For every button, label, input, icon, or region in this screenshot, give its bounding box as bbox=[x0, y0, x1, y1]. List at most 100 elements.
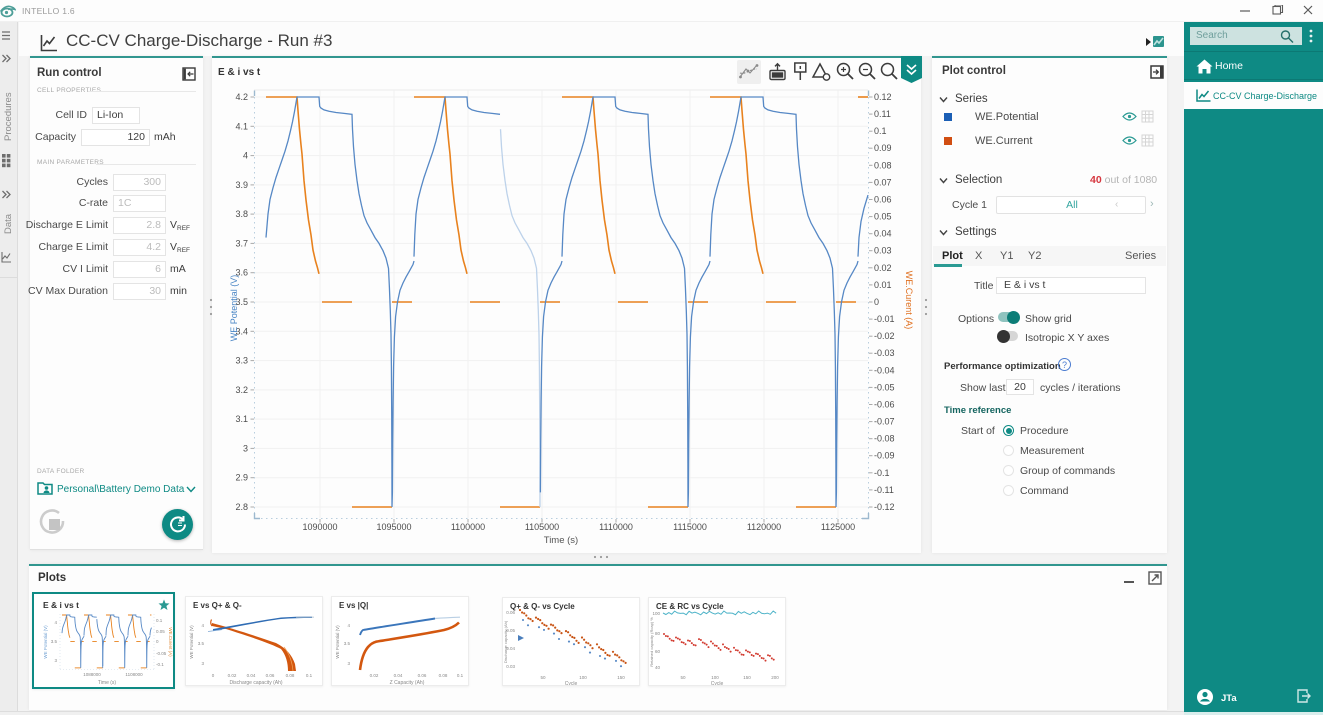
svg-text:-0.06: -0.06 bbox=[874, 400, 895, 410]
svg-text:Time (s): Time (s) bbox=[98, 680, 116, 686]
svg-text:80: 80 bbox=[655, 631, 661, 636]
svg-text:100: 100 bbox=[579, 675, 587, 680]
svg-text:0.03: 0.03 bbox=[874, 246, 892, 256]
svg-text:-0.11: -0.11 bbox=[874, 485, 894, 495]
svg-text:-0.04: -0.04 bbox=[874, 365, 895, 375]
svg-text:0.02: 0.02 bbox=[228, 673, 237, 678]
svg-text:0.06: 0.06 bbox=[266, 673, 275, 678]
svg-text:0: 0 bbox=[156, 639, 159, 644]
svg-text:4.1: 4.1 bbox=[235, 121, 248, 131]
svg-text:0.01: 0.01 bbox=[874, 280, 892, 290]
svg-text:Time (s): Time (s) bbox=[544, 535, 578, 546]
svg-text:0.06: 0.06 bbox=[506, 610, 515, 615]
svg-text:WE Potential (V): WE Potential (V) bbox=[43, 625, 48, 659]
svg-text:0.1: 0.1 bbox=[874, 126, 887, 136]
svg-text:3.1: 3.1 bbox=[235, 414, 248, 424]
svg-text:0.11: 0.11 bbox=[874, 109, 891, 119]
svg-text:3: 3 bbox=[201, 661, 204, 666]
svg-text:100: 100 bbox=[652, 611, 660, 616]
svg-text:-0.1: -0.1 bbox=[156, 662, 164, 667]
svg-text:0.04: 0.04 bbox=[247, 673, 256, 678]
svg-text:WE Potential (V): WE Potential (V) bbox=[189, 625, 194, 659]
svg-text:3.5: 3.5 bbox=[51, 639, 58, 644]
svg-text:Discharge capacity (Ah): Discharge capacity (Ah) bbox=[229, 680, 282, 685]
svg-text:4.2: 4.2 bbox=[235, 92, 248, 102]
svg-text:3.9: 3.9 bbox=[235, 180, 248, 190]
svg-text:150: 150 bbox=[617, 675, 625, 680]
svg-text:-0.03: -0.03 bbox=[874, 348, 895, 358]
svg-text:0.12: 0.12 bbox=[874, 92, 892, 102]
svg-text:40: 40 bbox=[655, 665, 661, 670]
svg-text:0.05: 0.05 bbox=[156, 629, 165, 634]
svg-text:-0.05: -0.05 bbox=[156, 651, 167, 656]
svg-text:-0.09: -0.09 bbox=[874, 451, 895, 461]
svg-text:1115000: 1115000 bbox=[673, 522, 707, 532]
svg-text:1105000: 1105000 bbox=[525, 522, 559, 532]
svg-text:-0.07: -0.07 bbox=[874, 417, 895, 427]
svg-text:JTa: JTa bbox=[1221, 693, 1237, 704]
svg-text:-0.02: -0.02 bbox=[874, 331, 895, 341]
svg-text:4: 4 bbox=[201, 623, 204, 628]
svg-text:50: 50 bbox=[680, 675, 686, 680]
svg-text:WE Potential (V): WE Potential (V) bbox=[335, 625, 340, 659]
svg-text:0.02: 0.02 bbox=[874, 263, 892, 273]
svg-text:3.7: 3.7 bbox=[235, 238, 248, 248]
svg-text:-0.08: -0.08 bbox=[874, 434, 895, 444]
svg-text:3: 3 bbox=[54, 658, 57, 663]
svg-text:200: 200 bbox=[771, 675, 779, 680]
svg-text:0.08: 0.08 bbox=[874, 160, 892, 170]
svg-text:3.2: 3.2 bbox=[235, 385, 248, 395]
svg-text:4: 4 bbox=[243, 151, 248, 161]
svg-text:1090000: 1090000 bbox=[302, 522, 337, 532]
svg-text:3.8: 3.8 bbox=[235, 209, 248, 219]
svg-text:0.06: 0.06 bbox=[874, 195, 892, 205]
svg-text:0.08: 0.08 bbox=[439, 673, 448, 678]
svg-text:0.03: 0.03 bbox=[506, 664, 515, 669]
svg-text:WE.Curent (A): WE.Curent (A) bbox=[904, 271, 914, 330]
svg-text:Discharge capacity (Ah): Discharge capacity (Ah) bbox=[503, 620, 508, 663]
svg-text:0.07: 0.07 bbox=[874, 177, 892, 187]
svg-text:-0.1: -0.1 bbox=[874, 468, 890, 478]
svg-text:100: 100 bbox=[711, 675, 719, 680]
svg-text:0.1: 0.1 bbox=[457, 673, 464, 678]
svg-text:2.8: 2.8 bbox=[235, 502, 248, 512]
svg-text:0.09: 0.09 bbox=[874, 143, 892, 153]
svg-text:1110000: 1110000 bbox=[599, 522, 633, 532]
svg-text:Z Capacity (Ah): Z Capacity (Ah) bbox=[390, 680, 425, 685]
svg-text:0.06: 0.06 bbox=[418, 673, 427, 678]
svg-text:4: 4 bbox=[54, 620, 57, 625]
svg-text:0: 0 bbox=[212, 673, 215, 678]
svg-text:3.5: 3.5 bbox=[198, 641, 205, 646]
svg-text:1100000: 1100000 bbox=[451, 522, 485, 532]
svg-text:1125000: 1125000 bbox=[821, 522, 855, 532]
svg-text:Cycle: Cycle bbox=[711, 681, 724, 685]
svg-text:1120000: 1120000 bbox=[747, 522, 781, 532]
svg-text:3.5: 3.5 bbox=[344, 641, 351, 646]
svg-text:50: 50 bbox=[540, 675, 546, 680]
svg-text:WE.Curent (A): WE.Curent (A) bbox=[168, 627, 173, 657]
svg-text:0.1: 0.1 bbox=[306, 673, 313, 678]
svg-text:3: 3 bbox=[347, 661, 350, 666]
svg-text:2.9: 2.9 bbox=[235, 473, 248, 483]
svg-text:150: 150 bbox=[743, 675, 751, 680]
svg-text:0: 0 bbox=[874, 297, 879, 307]
svg-text:1108000: 1108000 bbox=[125, 672, 143, 677]
svg-text:0.02: 0.02 bbox=[370, 673, 379, 678]
svg-text:-0.01: -0.01 bbox=[874, 314, 895, 324]
svg-text:-0.12: -0.12 bbox=[874, 502, 895, 512]
svg-text:WE Potential (V): WE Potential (V) bbox=[229, 275, 239, 342]
svg-text:0.04: 0.04 bbox=[874, 229, 892, 239]
svg-text:4: 4 bbox=[347, 623, 350, 628]
svg-text:Retained capacity (Rcap) %: Retained capacity (Rcap) % bbox=[649, 617, 654, 667]
svg-text:-0.05: -0.05 bbox=[874, 382, 895, 392]
svg-text:0.04: 0.04 bbox=[394, 673, 403, 678]
svg-text:1088000: 1088000 bbox=[83, 672, 101, 677]
svg-text:1095000: 1095000 bbox=[376, 522, 411, 532]
svg-text:0.1: 0.1 bbox=[156, 618, 163, 623]
svg-text:Cycle: Cycle bbox=[565, 681, 578, 685]
svg-text:60: 60 bbox=[655, 649, 661, 654]
svg-text:3: 3 bbox=[243, 443, 248, 453]
svg-text:3.3: 3.3 bbox=[235, 356, 248, 366]
svg-text:0.05: 0.05 bbox=[874, 212, 892, 222]
svg-text:0.08: 0.08 bbox=[286, 673, 295, 678]
